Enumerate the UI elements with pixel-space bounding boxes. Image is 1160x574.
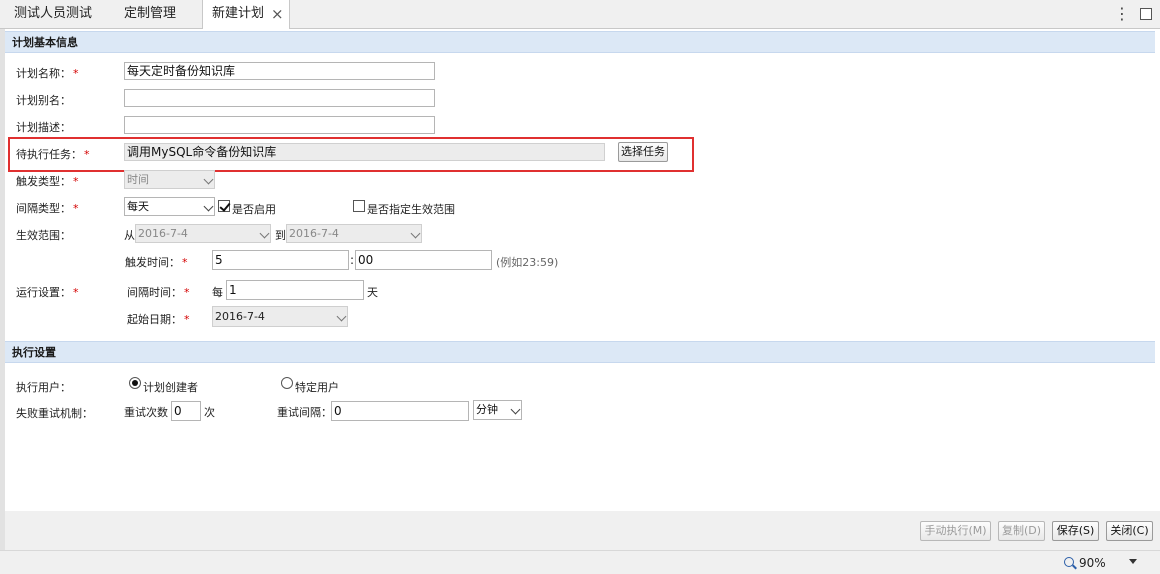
tab-label: 测试人员测试 [14, 6, 93, 21]
plan-alias-label: 计划别名： [16, 94, 71, 107]
time-separator: : [350, 253, 355, 267]
select-value: 分钟 [476, 403, 498, 416]
enabled-label: 是否启用 [232, 203, 276, 216]
interval-time-label: 间隔时间： * [127, 284, 190, 300]
label-text: 待执行任务： [16, 148, 82, 161]
chevron-down-icon [410, 228, 421, 239]
required-mark: * [84, 148, 90, 161]
section-header-exec: 执行设置 [5, 341, 1155, 363]
select-value: 2016-7-4 [215, 310, 265, 323]
enabled-checkbox[interactable] [218, 200, 230, 212]
retry-interval-label: 重试间隔： [277, 406, 332, 419]
creator-radio[interactable] [129, 377, 141, 389]
copy-button[interactable]: 复制(D) [998, 521, 1045, 541]
retry-interval-input[interactable]: 0 [331, 401, 469, 421]
tab-new-plan[interactable]: 新建计划 × [202, 0, 290, 30]
specific-user-option-label: 特定用户 [295, 381, 339, 394]
specific-user-radio[interactable] [281, 377, 293, 389]
retry-count-label: 重试次数 [124, 406, 168, 419]
chevron-down-icon [203, 174, 214, 185]
label-text: 间隔类型： [16, 202, 71, 215]
interval-value-input[interactable]: 1 [226, 280, 364, 300]
required-mark: * [73, 202, 79, 215]
retry-count-input[interactable]: 0 [171, 401, 201, 421]
start-date-select[interactable]: 2016-7-4 [212, 306, 348, 327]
trigger-type-label: 触发类型： * [16, 173, 79, 189]
chevron-down-icon [336, 311, 347, 322]
range-to-select: 2016-7-4 [286, 224, 422, 243]
label-text: 触发时间： [125, 256, 180, 269]
effective-range-label: 生效范围： [16, 229, 71, 242]
day-unit-label: 天 [367, 286, 378, 299]
plan-name-input[interactable]: 每天定时备份知识库 [124, 62, 435, 80]
interval-type-select[interactable]: 每天 [124, 197, 215, 216]
select-value: 时间 [127, 173, 149, 186]
plan-form: 计划基本信息 计划名称： * 每天定时备份知识库 计划别名： 计划描述： 待执行任… [5, 29, 1160, 511]
manual-run-button[interactable]: 手动执行(M) [920, 521, 991, 541]
plan-alias-input[interactable] [124, 89, 435, 107]
required-mark: * [184, 313, 190, 326]
range-specified-label: 是否指定生效范围 [367, 203, 455, 216]
section-header-basic: 计划基本信息 [5, 31, 1155, 53]
trigger-time-hint: (例如23:59) [496, 256, 559, 269]
retry-mechanism-label: 失败重试机制： [16, 407, 93, 420]
range-from-select: 2016-7-4 [135, 224, 271, 243]
plan-name-label: 计划名称： * [16, 65, 79, 81]
chevron-down-icon[interactable] [1129, 559, 1137, 564]
label-text: 运行设置： [16, 286, 71, 299]
chevron-down-icon [203, 201, 214, 212]
tab-bar: 测试人员测试 定制管理 新建计划 × ⋮ [0, 0, 1160, 30]
required-mark: * [182, 256, 188, 269]
retry-count-unit: 次 [204, 406, 215, 419]
required-mark: * [73, 67, 79, 80]
select-value: 2016-7-4 [289, 227, 339, 240]
save-button[interactable]: 保存(S) [1052, 521, 1099, 541]
maximize-icon[interactable] [1140, 8, 1152, 20]
label-text: 计划名称： [16, 67, 71, 80]
trigger-minute-input[interactable]: 00 [355, 250, 492, 270]
close-icon[interactable]: × [271, 0, 284, 28]
zoom-icon [1064, 557, 1074, 567]
action-bar: 手动执行(M) 复制(D) 保存(S) 关闭(C) [5, 511, 1160, 549]
exec-user-label: 执行用户： [16, 381, 71, 394]
select-task-button[interactable]: 选择任务 [618, 142, 668, 162]
status-bar: 90% [0, 550, 1160, 574]
plan-description-input[interactable] [124, 116, 435, 134]
every-label: 每 [212, 286, 223, 299]
zoom-level: 90% [1079, 556, 1106, 570]
chevron-down-icon [259, 228, 270, 239]
close-button[interactable]: 关闭(C) [1106, 521, 1153, 541]
task-label: 待执行任务： * [16, 146, 90, 162]
label-text: 触发类型： [16, 175, 71, 188]
range-specified-checkbox[interactable] [353, 200, 365, 212]
required-mark: * [184, 286, 190, 299]
from-label: 从 [124, 229, 135, 242]
required-mark: * [73, 175, 79, 188]
run-settings-label: 运行设置： * [16, 284, 79, 300]
required-mark: * [73, 286, 79, 299]
interval-type-label: 间隔类型： * [16, 200, 79, 216]
select-value: 每天 [127, 200, 149, 213]
retry-interval-unit-select[interactable]: 分钟 [473, 400, 522, 420]
more-options-icon[interactable]: ⋮ [1114, 4, 1130, 23]
trigger-type-select: 时间 [124, 170, 215, 189]
tab-label: 定制管理 [124, 6, 177, 21]
select-value: 2016-7-4 [138, 227, 188, 240]
label-text: 间隔时间： [127, 286, 182, 299]
plan-description-label: 计划描述： [16, 121, 71, 134]
chevron-down-icon [510, 404, 521, 415]
tab-label: 新建计划 [212, 6, 265, 21]
creator-option-label: 计划创建者 [143, 381, 198, 394]
start-date-label: 起始日期： * [127, 311, 190, 327]
to-label: 到 [275, 229, 286, 242]
task-input: 调用MySQL命令备份知识库 [124, 143, 605, 161]
tab-custom-management[interactable]: 定制管理 [110, 0, 202, 29]
label-text: 起始日期： [127, 313, 182, 326]
trigger-time-label: 触发时间： * [125, 254, 188, 270]
trigger-hour-input[interactable]: 5 [212, 250, 349, 270]
tab-tester-test[interactable]: 测试人员测试 [0, 0, 110, 29]
